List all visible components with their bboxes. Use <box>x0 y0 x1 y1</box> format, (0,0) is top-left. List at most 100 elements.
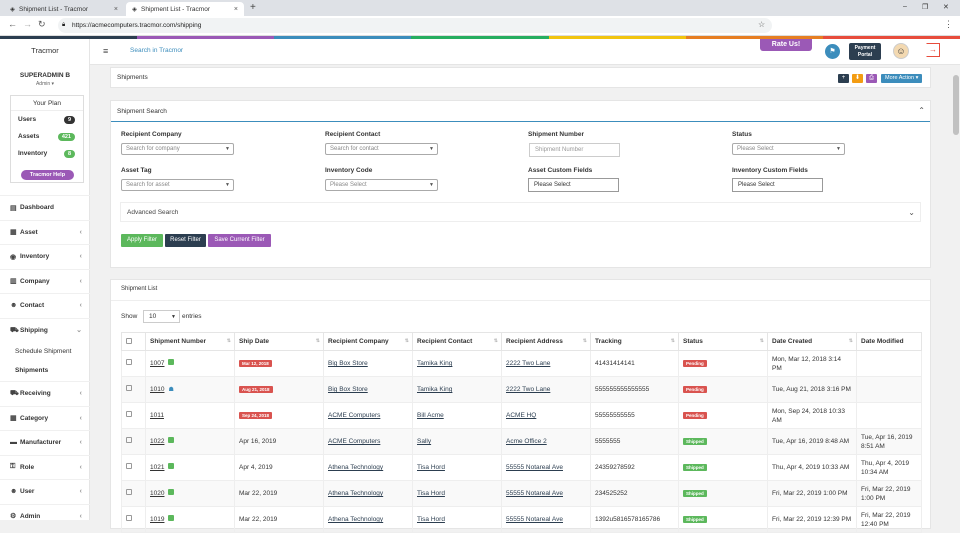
row-select-cell[interactable] <box>121 454 146 481</box>
close-tab-icon[interactable]: × <box>234 6 238 13</box>
maximize-button[interactable]: ❐ <box>922 3 928 11</box>
row-checkbox[interactable] <box>126 411 132 417</box>
brand-logo[interactable]: Tracmor <box>0 46 90 55</box>
select-all-header[interactable] <box>121 332 146 351</box>
inventory-code-select[interactable]: Please Select ▼ <box>325 179 438 191</box>
page-scrollbar[interactable] <box>952 65 960 520</box>
recipient-address-link[interactable]: 55555 Notareal Ave <box>501 454 591 481</box>
document-icon[interactable] <box>168 463 175 469</box>
row-checkbox[interactable] <box>126 489 132 495</box>
row-select-cell[interactable] <box>121 428 146 455</box>
column-header[interactable]: Shipment Number ⇅ <box>145 332 235 351</box>
table-row[interactable]: 1020 Mar 22, 2019 Athena Technology Tisa Ho… <box>121 480 922 507</box>
sidebar-item-asset[interactable]: ▦ Asset ‹ <box>0 219 90 244</box>
row-select-cell[interactable] <box>121 402 146 429</box>
browser-tab-1[interactable]: ◈ Shipment List - Tracmor × <box>4 2 124 16</box>
reload-icon[interactable]: ↻ <box>38 19 46 30</box>
recipient-contact-select[interactable]: Search for contact ▼ <box>325 143 438 155</box>
recipient-address-link[interactable]: 2222 Two Lane <box>501 376 591 403</box>
sidebar-item-shipping[interactable]: ⛟ Shipping ⌄ <box>0 317 90 342</box>
reset-filter-button[interactable]: Reset Filter <box>165 234 206 247</box>
add-shipment-button[interactable]: + <box>838 74 849 83</box>
sidebar-item-company[interactable]: ▥ Company ‹ <box>0 268 90 293</box>
table-row[interactable]: 1011 Sep 24, 2018 ACME Computers Bill Acme A… <box>121 402 922 429</box>
recipient-contact-link[interactable]: Bill Acme <box>412 402 502 429</box>
recipient-address-link[interactable]: 55555 Notareal Ave <box>501 480 591 507</box>
recipient-contact-link[interactable]: Tisa Hord <box>412 454 502 481</box>
table-row[interactable]: 1007 Mar 12, 2018 Big Box Store Tamika King… <box>121 350 922 377</box>
sidebar-item-user[interactable]: ☻ User ‹ <box>0 479 90 503</box>
column-header[interactable]: Date Created ⇅ <box>767 332 857 351</box>
print-button[interactable]: ⎙ <box>866 74 877 83</box>
table-row[interactable]: 1022 Apr 16, 2019 ACME Computers Sally Acme … <box>121 428 922 455</box>
scrollbar-thumb[interactable] <box>953 75 959 135</box>
recipient-company-link[interactable]: Big Box Store <box>323 350 413 377</box>
shipment-number-link[interactable]: 1007 <box>150 360 164 367</box>
shipment-number-link[interactable]: 1022 <box>150 438 164 445</box>
document-icon[interactable] <box>168 359 175 365</box>
sidebar-item-inventory[interactable]: ◉ Inventory ‹ <box>0 244 90 268</box>
collapse-chevron-up-icon[interactable]: ⌃ <box>918 106 925 115</box>
bookmark-star-icon[interactable]: ☆ <box>758 20 765 29</box>
row-checkbox[interactable] <box>126 359 132 365</box>
download-button[interactable]: ⬇ <box>852 74 863 83</box>
recipient-company-link[interactable]: ACME Computers <box>323 402 413 429</box>
column-header[interactable]: Ship Date ⇅ <box>234 332 324 351</box>
document-icon[interactable] <box>168 515 175 521</box>
menu-dots-icon[interactable]: ⋮ <box>944 19 953 30</box>
close-tab-icon[interactable]: × <box>114 6 118 13</box>
column-header[interactable]: Recipient Company ⇅ <box>323 332 413 351</box>
row-checkbox[interactable] <box>126 437 132 443</box>
avatar[interactable]: ☺ <box>893 43 909 59</box>
row-checkbox[interactable] <box>126 515 132 521</box>
back-icon[interactable]: ← <box>8 19 17 29</box>
document-icon[interactable] <box>168 437 175 443</box>
shipment-number-input[interactable]: Shipment Number <box>529 143 620 157</box>
sidebar-item-schedule-shipment[interactable]: Schedule Shipment <box>15 348 71 355</box>
flag-icon[interactable]: ⚑ <box>825 44 840 59</box>
column-header[interactable]: Tracking ⇅ <box>590 332 679 351</box>
hamburger-menu-icon[interactable]: ≡ <box>103 46 108 56</box>
recipient-company-link[interactable]: ACME Computers <box>323 428 413 455</box>
recipient-address-link[interactable]: 2222 Two Lane <box>501 350 591 377</box>
tracmor-help-button[interactable]: Tracmor Help <box>21 170 74 180</box>
row-select-cell[interactable] <box>121 376 146 403</box>
shipment-number-link[interactable]: 1011 <box>150 412 164 419</box>
users-icon[interactable]: ☗ <box>168 386 173 395</box>
table-row[interactable]: 1010 ☗ Aug 21, 2018 Big Box Store Tamika Kin… <box>121 376 922 403</box>
shipment-number-link[interactable]: 1021 <box>150 464 164 471</box>
browser-tab-2[interactable]: ◈ Shipment List - Tracmor × <box>126 2 244 16</box>
inventory-custom-fields-select[interactable]: Please Select <box>732 178 823 192</box>
rate-us-button[interactable]: Rate Us! <box>760 39 812 51</box>
recipient-contact-link[interactable]: Tisa Hord <box>412 480 502 507</box>
status-select[interactable]: Please Select ▼ <box>732 143 845 155</box>
logout-icon[interactable]: → <box>926 43 940 57</box>
sidebar-item-manufacturer[interactable]: ▬ Manufacturer ‹ <box>0 430 90 454</box>
recipient-company-link[interactable]: Athena Technology <box>323 480 413 507</box>
shipment-number-link[interactable]: 1020 <box>150 490 164 497</box>
recipient-contact-link[interactable]: Sally <box>412 428 502 455</box>
new-tab-button[interactable]: + <box>250 2 256 13</box>
row-select-cell[interactable] <box>121 480 146 507</box>
select-all-checkbox[interactable] <box>126 337 132 344</box>
user-role-dropdown[interactable]: Admin ▾ <box>0 81 90 87</box>
close-window-button[interactable]: ✕ <box>943 3 949 11</box>
sidebar-item-dashboard[interactable]: ▤ Dashboard <box>0 195 90 219</box>
recipient-contact-link[interactable]: Tamika King <box>412 376 502 403</box>
row-select-cell[interactable] <box>121 350 146 377</box>
more-action-button[interactable]: More Action ▾ <box>881 74 923 83</box>
apply-filter-button[interactable]: Apply Filter <box>121 234 163 247</box>
sidebar-item-shipments[interactable]: Shipments <box>15 367 48 374</box>
url-input[interactable]: 🔒︎ https://acmecomputers.tracmor.com/shi… <box>58 18 772 33</box>
payment-portal-button[interactable]: Payment Portal <box>849 43 881 60</box>
forward-icon[interactable]: → <box>23 19 32 29</box>
sidebar-item-admin[interactable]: ⚙ Admin ‹ <box>0 503 90 528</box>
recipient-company-link[interactable]: Athena Technology <box>323 454 413 481</box>
minimize-button[interactable]: – <box>903 3 907 10</box>
sidebar-item-category[interactable]: ▦ Category ‹ <box>0 405 90 430</box>
recipient-contact-link[interactable]: Tamika King <box>412 350 502 377</box>
row-checkbox[interactable] <box>126 385 132 391</box>
recipient-address-link[interactable]: Acme Office 2 <box>501 428 591 455</box>
recipient-company-select[interactable]: Search for company ▼ <box>121 143 234 155</box>
column-header[interactable]: Status ⇅ <box>678 332 768 351</box>
